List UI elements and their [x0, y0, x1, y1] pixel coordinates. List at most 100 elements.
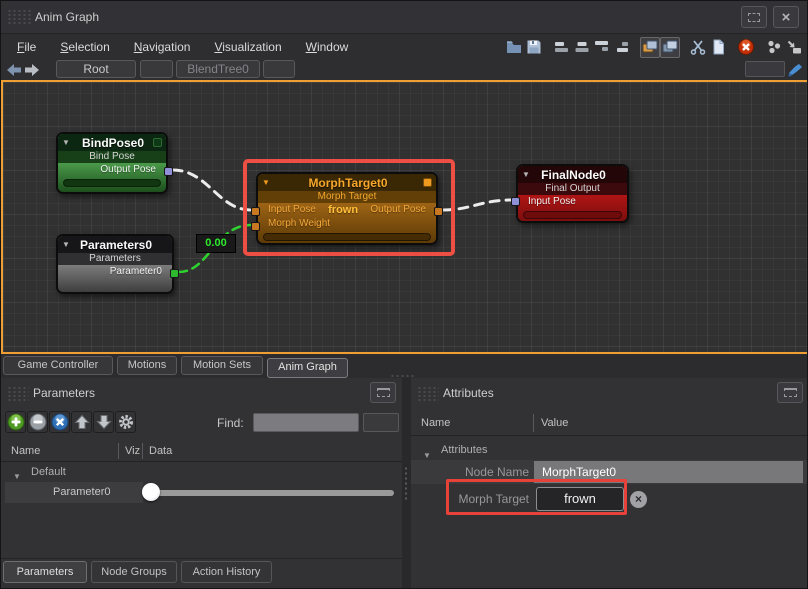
panel-drag-grip[interactable]	[417, 386, 439, 401]
find-options-button[interactable]	[363, 413, 399, 432]
remove-icon[interactable]	[736, 37, 756, 58]
breadcrumb-spacer-2[interactable]	[263, 60, 295, 78]
nav-field[interactable]	[745, 61, 785, 77]
breadcrumb-blendtree[interactable]: BlendTree0	[176, 60, 260, 78]
parameters-panel: Parameters Find: Name Viz Data	[1, 378, 402, 589]
parameter0-port-label: Parameter0	[58, 265, 172, 279]
parameter-slider-track[interactable]	[153, 490, 394, 496]
float-panel-button[interactable]	[370, 382, 396, 403]
close-window-button[interactable]: ×	[773, 6, 799, 28]
menu-navigation[interactable]: Navigation	[126, 37, 199, 57]
title-bar[interactable]: Anim Graph ×	[1, 1, 807, 34]
node-finalnode0-body: ▼ FinalNode0 Final Output Input Pose	[518, 166, 627, 221]
splitter-grip[interactable]	[404, 466, 409, 500]
align-center-icon[interactable]	[572, 37, 592, 58]
collapse-icon[interactable]: ▼	[262, 178, 273, 187]
cut-icon[interactable]	[688, 37, 708, 58]
node-morphtarget0[interactable]: ▼ MorphTarget0 Morph Target Input Pose f…	[256, 172, 438, 245]
align-top-icon[interactable]	[592, 37, 612, 58]
add-parameter-button[interactable]	[5, 411, 26, 433]
tab-parameters[interactable]: Parameters	[3, 561, 87, 583]
panel-drag-grip[interactable]	[7, 386, 29, 401]
move-down-button[interactable]	[93, 411, 114, 433]
add-node-icon[interactable]	[784, 37, 804, 58]
visual-options-icon[interactable]	[787, 62, 804, 77]
parameters-panel-header[interactable]: Parameters	[1, 378, 402, 408]
collapse-icon[interactable]: ▼	[62, 240, 73, 249]
tab-game-controller[interactable]: Game Controller	[3, 356, 113, 375]
collapse-icon[interactable]: ▼	[62, 138, 73, 147]
collapse-icon[interactable]: ▼	[522, 170, 533, 179]
input-pose-port[interactable]	[251, 207, 260, 216]
output-pose-port[interactable]	[164, 167, 173, 176]
navigation-row: Root BlendTree0	[1, 59, 807, 80]
attributes-panel: Attributes Name Value ▼ Attributes Node …	[411, 378, 808, 589]
morph-weight-port[interactable]	[251, 222, 260, 231]
node-bindpose0[interactable]: ▼ BindPose0 Bind Pose Output Pose	[56, 132, 168, 194]
clear-parameters-button[interactable]	[49, 411, 70, 433]
panel-splitter[interactable]	[402, 378, 411, 589]
bottom-dock: Parameters Find: Name Viz Data	[1, 378, 808, 589]
tab-action-history[interactable]: Action History	[181, 561, 272, 583]
clear-morph-target-button[interactable]: ×	[630, 491, 647, 508]
node-finalnode0-header: ▼ FinalNode0	[518, 166, 627, 183]
menu-selection[interactable]: Selection	[52, 37, 117, 57]
input-pose-port[interactable]	[511, 197, 520, 206]
node-morphtarget0-body: ▼ MorphTarget0 Morph Target Input Pose f…	[258, 174, 436, 243]
breadcrumb-spacer-1[interactable]	[140, 60, 173, 78]
zoom-to-selection-icon[interactable]	[640, 37, 660, 58]
parameter0-port[interactable]	[170, 269, 179, 278]
window-title: Anim Graph	[35, 10, 99, 24]
morph-value-label: frown	[328, 203, 358, 217]
breadcrumb-root[interactable]: Root	[56, 60, 136, 78]
node-type-label: Final Output	[518, 183, 627, 195]
forward-icon[interactable]	[23, 62, 40, 77]
parameters-toolbar: Find:	[1, 410, 402, 436]
save-icon[interactable]	[524, 37, 544, 58]
window-drag-grip[interactable]	[7, 9, 31, 25]
open-icon[interactable]	[504, 37, 524, 58]
find-label: Find:	[217, 416, 244, 430]
graph-canvas[interactable]: ▼ BindPose0 Bind Pose Output Pose ▼ Para…	[1, 80, 808, 354]
move-up-button[interactable]	[71, 411, 92, 433]
node-badge	[614, 170, 623, 179]
attributes-table-header: Name Value	[411, 410, 808, 436]
column-name: Name	[421, 410, 450, 436]
node-title: MorphTarget0	[273, 176, 423, 190]
parameter-row[interactable]: Parameter0	[1, 482, 402, 503]
menu-visualization[interactable]: Visualization	[206, 37, 289, 57]
settings-gear-button[interactable]	[115, 411, 136, 433]
tab-motions[interactable]: Motions	[117, 356, 177, 375]
node-finalnode0[interactable]: ▼ FinalNode0 Final Output Input Pose	[516, 164, 629, 223]
morph-weight-label: Morph Weight	[258, 217, 436, 231]
align-bottom-icon[interactable]	[612, 37, 632, 58]
node-type-label: Bind Pose	[58, 151, 166, 163]
output-pose-port[interactable]	[434, 207, 443, 216]
attributes-panel-header[interactable]: Attributes	[411, 378, 808, 408]
node-type-label: Parameters	[58, 253, 172, 265]
attributes-group-row[interactable]: ▼ Attributes	[411, 440, 808, 460]
float-panel-button[interactable]	[777, 382, 803, 403]
group-label: Attributes	[441, 440, 487, 460]
tab-node-groups[interactable]: Node Groups	[91, 561, 177, 583]
find-input[interactable]	[253, 413, 359, 432]
node-bindpose0-body: ▼ BindPose0 Bind Pose Output Pose	[58, 134, 166, 192]
menu-window[interactable]: Window	[298, 37, 357, 57]
remove-parameter-button[interactable]	[27, 411, 48, 433]
column-data: Data	[149, 440, 172, 462]
node-parameters0[interactable]: ▼ Parameters0 Parameters Parameter0	[56, 234, 174, 294]
restore-window-button[interactable]	[741, 6, 767, 28]
tab-anim-graph[interactable]: Anim Graph	[267, 358, 348, 378]
node-progress-strip	[63, 179, 161, 187]
input-pose-label: Input Pose	[268, 203, 316, 217]
menu-file[interactable]: File	[9, 37, 44, 57]
default-group-row[interactable]: ▼ Default	[1, 464, 402, 481]
parameter-slider-handle[interactable]	[142, 483, 160, 501]
paste-icon[interactable]	[708, 37, 728, 58]
tab-motion-sets[interactable]: Motion Sets	[181, 356, 263, 375]
back-icon[interactable]	[5, 62, 22, 77]
node-group-icon[interactable]	[764, 37, 784, 58]
align-left-icon[interactable]	[552, 37, 572, 58]
zoom-to-all-icon[interactable]	[660, 37, 680, 58]
float-icon	[377, 388, 390, 397]
